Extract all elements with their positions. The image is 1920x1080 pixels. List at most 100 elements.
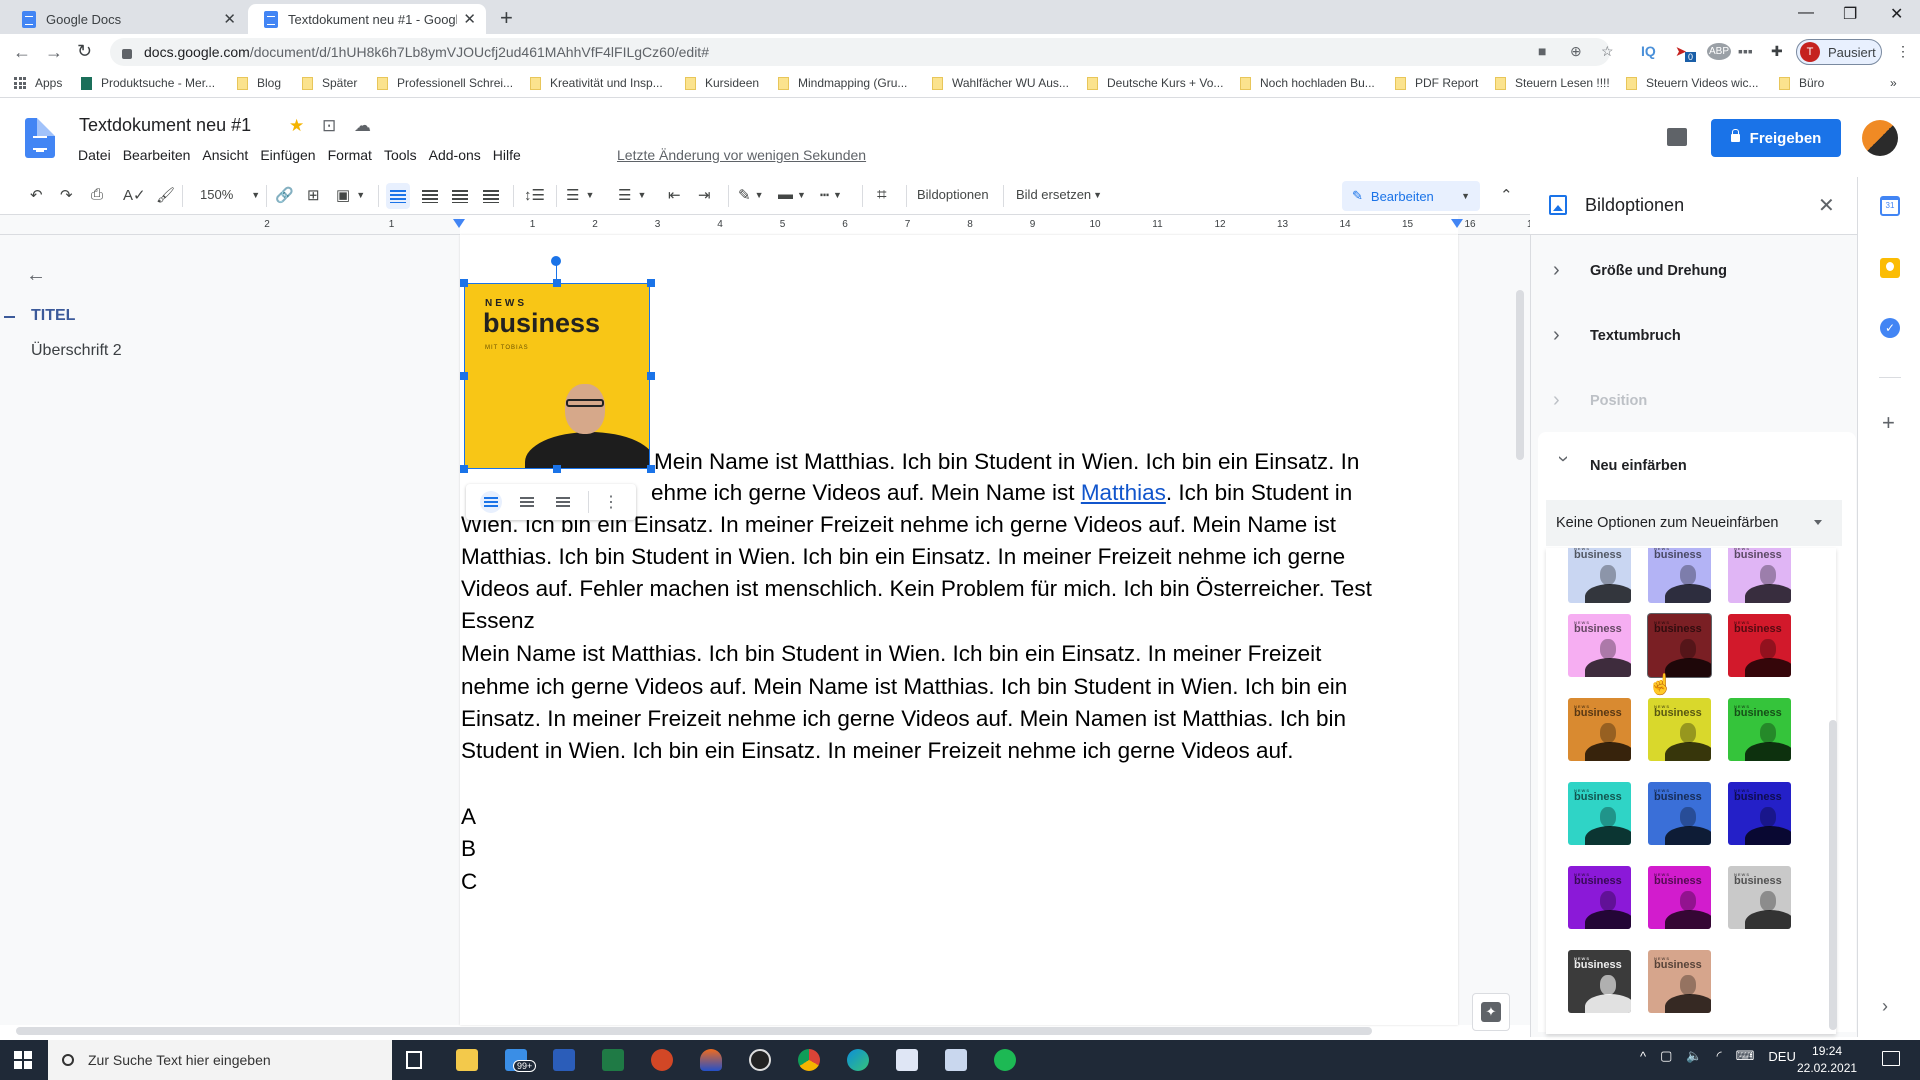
wrap-inline-button[interactable] (480, 491, 502, 513)
outline-item-ueberschrift-2[interactable]: Überschrift 2 (31, 342, 122, 360)
left-indent-marker[interactable] (453, 219, 465, 228)
rotation-handle[interactable] (551, 256, 561, 266)
bookmark-item[interactable]: Steuern Videos wic... (1626, 76, 1759, 90)
resize-handle-s[interactable] (553, 465, 561, 473)
get-addons-icon[interactable]: + (1882, 410, 1895, 436)
border-weight-icon[interactable]: ▬ ▼ (778, 186, 806, 203)
keep-icon[interactable] (1880, 258, 1900, 278)
close-tab-icon[interactable]: ✕ (223, 10, 236, 28)
menu-addons[interactable]: Add-ons (429, 147, 481, 163)
spellcheck-icon[interactable]: A✓ (123, 186, 146, 204)
outline-item-titel[interactable]: TITEL (31, 307, 75, 325)
image-options-button[interactable]: Bildoptionen (917, 187, 989, 202)
align-right-button[interactable] (452, 190, 468, 203)
close-tab-icon[interactable]: ✕ (463, 10, 476, 28)
resize-handle-ne[interactable] (647, 279, 655, 287)
recolor-swatch-teal[interactable]: NEWS business (1568, 782, 1631, 845)
explore-button[interactable]: ✦ (1472, 993, 1510, 1031)
menu-hilfe[interactable]: Hilfe (493, 147, 521, 163)
keyboard-icon[interactable]: ⌨ (1736, 1048, 1755, 1064)
recolor-swatch-purple[interactable]: NEWS business (1568, 866, 1631, 929)
recolor-swatch-orange[interactable]: NEWS business (1568, 698, 1631, 761)
bookmark-star-icon[interactable]: ☆ (1601, 43, 1614, 60)
paragraph-line[interactable]: nehme ich gerne Videos auf. Mein Name is… (461, 671, 1451, 704)
paint-format-icon[interactable]: 🖌 (156, 186, 175, 204)
document-title[interactable]: Textdokument neu #1 (79, 115, 251, 136)
recolor-swatch-green[interactable]: NEWS business (1728, 698, 1791, 761)
more-bookmarks-button[interactable]: » (1890, 76, 1897, 90)
section-size-rotation[interactable]: › Größe und Drehung (1553, 259, 1727, 282)
recolor-swatch-light-indigo[interactable]: NEWS business (1648, 548, 1711, 603)
taskbar-search[interactable]: Zur Suche Text hier eingeben (48, 1040, 392, 1080)
new-tab-button[interactable]: + (500, 5, 513, 31)
bookmark-item[interactable]: Professionell Schrei... (377, 76, 513, 90)
close-panel-icon[interactable]: ✕ (1818, 193, 1835, 218)
bookmark-item[interactable]: Noch hochladen Bu... (1240, 76, 1375, 90)
extensions-puzzle-icon[interactable]: ✚ (1771, 43, 1783, 60)
menu-einfuegen[interactable]: Einfügen (260, 147, 315, 163)
chrome-icon[interactable] (798, 1049, 820, 1071)
taskbar-clock[interactable]: 19:24 22.02.2021 (1797, 1043, 1857, 1077)
stats-extension-icon[interactable]: ▪▪▪ (1738, 43, 1753, 59)
recolor-swatch-inverted-gray[interactable]: NEWS business (1568, 950, 1631, 1013)
insert-link-icon[interactable]: 🔗 (275, 186, 294, 204)
camera-icon[interactable]: ■ (1538, 43, 1546, 59)
paragraph-line[interactable]: Mein Name ist Matthias. Ich bin Student … (461, 638, 1451, 671)
paragraph-line[interactable]: Mein Name ist Matthias. Ich bin Student … (654, 446, 1454, 479)
camera-icon[interactable]: ▢ (1660, 1048, 1672, 1064)
align-center-button[interactable] (422, 190, 438, 203)
section-recolor[interactable]: › Neu einfärben (1553, 454, 1687, 477)
line-spacing-icon[interactable]: ↕☰ (524, 186, 545, 204)
notepad-icon[interactable] (945, 1049, 967, 1071)
paragraph-line[interactable]: ehme ich gerne Videos auf. Mein Name ist… (651, 477, 1451, 510)
paragraph-line[interactable]: Essenz (461, 605, 1451, 638)
menu-bearbeiten[interactable]: Bearbeiten (123, 147, 191, 163)
cloud-saved-icon[interactable]: ☁ (354, 116, 371, 136)
obs-icon[interactable] (749, 1049, 771, 1071)
menu-tools[interactable]: Tools (384, 147, 417, 163)
user-avatar[interactable] (1862, 120, 1898, 156)
notification-center-icon[interactable] (1882, 1051, 1900, 1066)
resize-handle-nw[interactable] (460, 279, 468, 287)
list-item[interactable]: B (461, 833, 1451, 866)
restore-button[interactable]: ❐ (1843, 4, 1857, 24)
recolor-swatch-magenta[interactable]: NEWS business (1648, 866, 1711, 929)
bookmark-item[interactable]: Später (302, 76, 357, 90)
bookmark-item[interactable]: Mindmapping (Gru... (778, 76, 907, 90)
increase-indent-icon[interactable]: ⇥ (698, 186, 711, 204)
bookmark-item[interactable]: Steuern Lesen !!!! (1495, 76, 1610, 90)
recolor-dropdown[interactable]: Keine Optionen zum Neueinfärben (1546, 500, 1842, 546)
recolor-swatch-dark-blue[interactable]: NEWS business (1728, 782, 1791, 845)
recolor-swatch-dark-red[interactable]: NEWS business (1648, 614, 1711, 677)
justify-button[interactable] (483, 190, 499, 203)
align-left-button[interactable] (386, 183, 410, 209)
document-image[interactable]: NEWS business MIT TOBIAS (464, 283, 650, 469)
star-icon[interactable]: ★ (289, 116, 304, 136)
recolor-swatch-grayscale[interactable]: NEWS business (1728, 866, 1791, 929)
menu-ansicht[interactable]: Ansicht (202, 147, 248, 163)
document-horizontal-scrollbar[interactable] (16, 1027, 1372, 1035)
tasks-icon[interactable]: ✓ (1880, 318, 1900, 338)
editing-mode-select[interactable]: ✎ Bearbeiten ▼ (1342, 181, 1480, 211)
paragraph-line[interactable]: Matthias. Ich bin Student in Wien. Ich b… (461, 541, 1451, 574)
border-dash-icon[interactable]: ┅ ▼ (820, 186, 842, 204)
bookmark-item[interactable]: Produktsuche - Mer... (81, 76, 215, 90)
bookmark-item[interactable]: PDF Report (1395, 76, 1478, 90)
resize-handle-e[interactable] (647, 372, 655, 380)
recolor-swatch-light-violet[interactable]: NEWS business (1728, 548, 1791, 603)
document-vertical-scrollbar[interactable] (1516, 290, 1524, 460)
resize-handle-w[interactable] (460, 372, 468, 380)
recolor-swatch-blue[interactable]: NEWS business (1648, 782, 1711, 845)
powerpoint-icon[interactable] (651, 1049, 673, 1071)
task-view-icon[interactable] (406, 1051, 422, 1069)
volume-icon[interactable]: 🔈 (1686, 1048, 1702, 1064)
list-item[interactable]: C (461, 866, 1451, 899)
share-button[interactable]: Freigeben (1711, 119, 1841, 157)
bookmark-item[interactable]: Blog (237, 76, 281, 90)
add-comment-icon[interactable]: ⊞ (307, 186, 320, 204)
crop-icon[interactable]: ⌗ (877, 185, 887, 205)
bookmark-item[interactable]: Kreativität und Insp... (530, 76, 663, 90)
matthias-link[interactable]: Matthias (1081, 480, 1166, 505)
comments-icon[interactable] (1667, 128, 1687, 146)
recolor-options-scrollbar[interactable] (1829, 720, 1837, 1030)
